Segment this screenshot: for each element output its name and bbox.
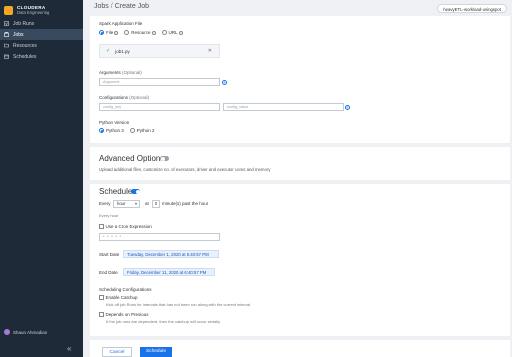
calendar-icon — [4, 54, 9, 59]
folder-icon — [4, 43, 9, 48]
add-argument-icon[interactable]: + — [222, 79, 227, 85]
user-profile[interactable]: Shaun Ahmadian — [4, 329, 47, 335]
sidebar-item-job-runs[interactable]: Job Runs — [0, 18, 83, 29]
arguments-label: Arguments (Optional) — [99, 70, 142, 75]
enable-catchup-checkbox[interactable]: Enable Catchup — [99, 295, 138, 300]
sidebar-item-label: Jobs — [13, 31, 24, 38]
schedule-card: Schedule Every hour ▾ at 0 minute(s) past… — [90, 184, 510, 336]
breadcrumb-separator: / — [110, 3, 113, 10]
schedule-button[interactable]: Schedule — [140, 347, 172, 357]
jobs-icon — [4, 32, 9, 37]
advanced-options-card: Advanced Options Upload additional files… — [90, 147, 510, 180]
job-runs-icon — [4, 21, 9, 26]
radio-python-2[interactable]: Python 2 — [129, 128, 155, 133]
cloudera-logo-icon — [4, 5, 13, 15]
sidebar-item-schedules[interactable]: Schedules — [0, 51, 83, 62]
cron-expression-input[interactable]: * * * * * — [99, 233, 220, 241]
start-date-picker[interactable]: Tuesday, December 1, 2020 at 6:40:57 PM — [123, 250, 219, 258]
minute-suffix: minute(s) past the hour — [162, 201, 209, 206]
minute-input[interactable]: 0 — [152, 200, 160, 208]
breadcrumb: Jobs / Create Job — [94, 3, 149, 10]
sidebar-item-label: Schedules — [13, 53, 37, 60]
chevron-down-icon: ▾ — [134, 201, 137, 206]
sidebar: CLOUDERA Data Engineering Job Runs Jobs … — [0, 0, 83, 357]
catchup-description: Kick off job Runs for intervals that has… — [106, 302, 251, 307]
python-version-label: Python Version — [99, 120, 130, 125]
sidebar-item-label: Resources — [13, 42, 37, 49]
info-icon — [178, 30, 183, 35]
avatar — [4, 329, 10, 335]
python-version-radios: Python 3 Python 2 — [99, 128, 161, 133]
config-value-input[interactable]: config_value — [223, 103, 344, 111]
radio-python-3[interactable]: Python 3 — [99, 128, 124, 133]
brand: CLOUDERA Data Engineering — [0, 0, 83, 16]
frequency-select[interactable]: hour ▾ — [113, 200, 140, 208]
schedule-hint: Every hour — [99, 213, 119, 218]
user-name: Shaun Ahmadian — [13, 329, 48, 335]
sidebar-item-jobs[interactable]: Jobs — [0, 29, 83, 40]
configurations-label: Configurations (Optional) — [99, 95, 150, 100]
at-label: at — [145, 201, 149, 206]
every-label: Every — [99, 201, 111, 206]
spark-file-label: Spark Application File — [99, 21, 143, 26]
spark-file-source-radios: File Resource URL — [99, 30, 189, 35]
end-date-label: End Date — [99, 270, 118, 275]
cluster-chip[interactable]: heavyETL-workload-usingspot — [437, 4, 507, 13]
uploaded-file: ✓ job1.py ✕ — [99, 44, 220, 58]
depends-on-previous-checkbox[interactable]: Depends on Previous — [99, 312, 149, 317]
page-header: Jobs / Create Job heavyETL-workload-usings… — [83, 0, 512, 14]
scheduling-configurations-label: Scheduling Configurations — [99, 287, 152, 292]
collapse-sidebar-icon[interactable]: « — [67, 345, 71, 353]
end-date-picker[interactable]: Friday, December 11, 2020 at 6:40:57 PM — [123, 268, 215, 276]
depends-description: If the job runs are dependent, then the … — [106, 319, 221, 324]
radio-resource[interactable]: Resource — [124, 30, 156, 35]
info-icon — [114, 30, 119, 35]
page-title: Create Job — [114, 3, 149, 10]
file-name: job1.py — [115, 48, 130, 54]
advanced-options-description: Upload additional files, customize no. o… — [99, 167, 271, 172]
cancel-button[interactable]: Cancel — [102, 347, 132, 357]
advanced-options-toggle[interactable] — [160, 156, 169, 161]
info-icon — [151, 30, 156, 35]
radio-file[interactable]: File — [99, 30, 119, 35]
schedule-toggle[interactable] — [131, 189, 140, 194]
sidebar-item-resources[interactable]: Resources — [0, 40, 83, 51]
brand-subtitle: Data Engineering — [17, 10, 50, 15]
cron-expression-checkbox[interactable]: Use a Cron Expression — [99, 224, 152, 229]
start-date-label: Start Date — [99, 252, 120, 257]
job-config-card: Spark Application File File Resource URL… — [90, 16, 510, 143]
schedule-title: Schedule — [99, 187, 133, 196]
advanced-options-title: Advanced Options — [99, 154, 165, 163]
radio-url[interactable]: URL — [161, 30, 183, 35]
add-config-icon[interactable]: + — [345, 104, 350, 110]
sidebar-item-label: Job Runs — [13, 20, 35, 27]
config-key-input[interactable]: config_key — [99, 103, 220, 111]
argument-input[interactable]: Argument — [99, 78, 220, 86]
remove-file-icon[interactable]: ✕ — [208, 48, 212, 54]
check-icon: ✓ — [106, 48, 111, 54]
sidebar-nav: Job Runs Jobs Resources Schedules — [0, 18, 83, 62]
action-bar: Cancel Schedule — [90, 340, 510, 357]
breadcrumb-jobs[interactable]: Jobs — [94, 3, 109, 10]
